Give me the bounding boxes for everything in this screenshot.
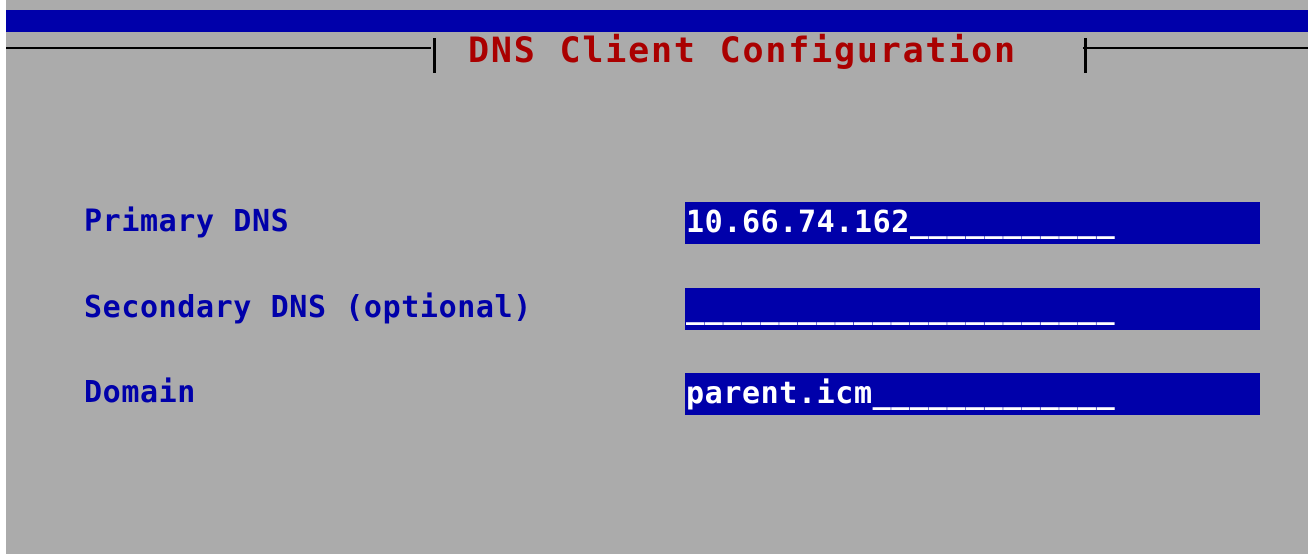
top-blue-bar <box>6 10 1308 32</box>
secondary-dns-input[interactable]: _______________________ <box>685 288 1260 330</box>
primary-dns-fill: ___________ <box>909 205 1116 240</box>
dialog-title: DNS Client Configuration <box>468 31 1017 71</box>
domain-input[interactable]: parent.icm_____________ <box>685 373 1260 415</box>
domain-fill: _____________ <box>872 376 1116 411</box>
title-frame-tick-right <box>1084 38 1087 73</box>
title-frame-line-left <box>6 47 431 49</box>
title-frame-line-right <box>1083 47 1308 49</box>
secondary-dns-label: Secondary DNS (optional) <box>84 290 532 325</box>
title-frame-tick-left <box>433 38 436 73</box>
domain-value: parent.icm <box>686 376 873 411</box>
secondary-dns-fill: _______________________ <box>686 291 1116 326</box>
primary-dns-input[interactable]: 10.66.74.162___________ <box>685 202 1260 244</box>
dns-config-screen: DNS Client Configuration Primary DNS 10.… <box>6 0 1308 554</box>
primary-dns-value: 10.66.74.162 <box>686 205 910 240</box>
domain-label: Domain <box>84 375 196 410</box>
primary-dns-label: Primary DNS <box>84 204 290 239</box>
